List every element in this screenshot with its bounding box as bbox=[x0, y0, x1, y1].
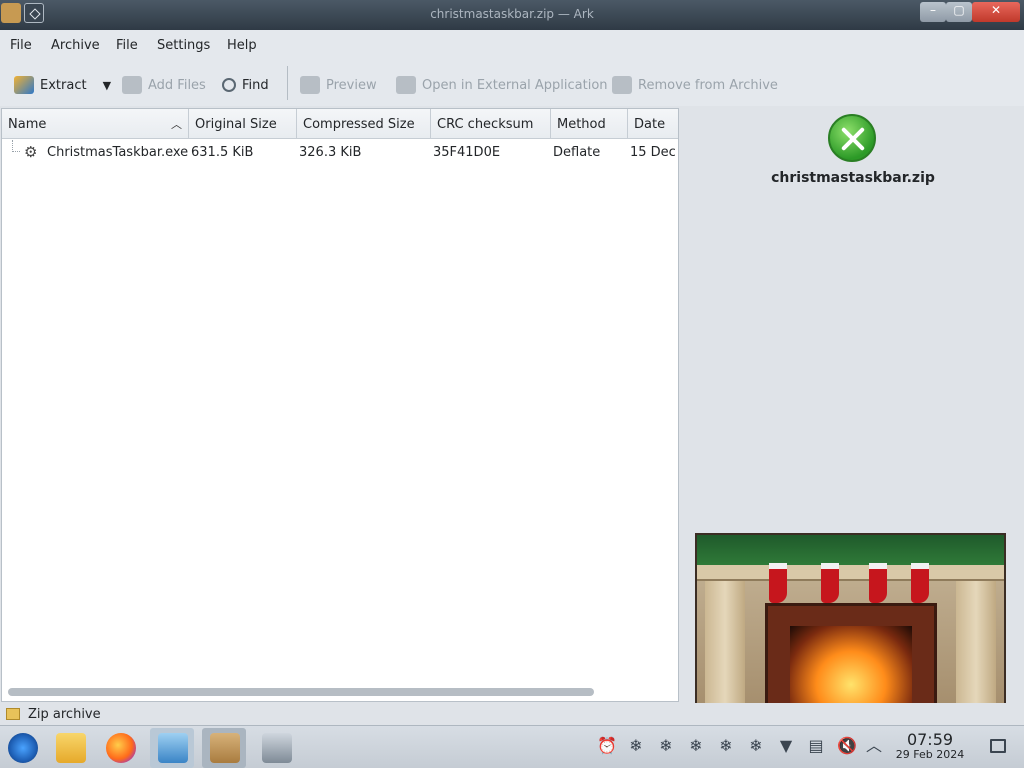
add-files-label: Add Files bbox=[148, 77, 206, 93]
add-files-icon bbox=[122, 76, 142, 94]
ark-taskbar-button[interactable] bbox=[202, 728, 246, 768]
right-pillar bbox=[956, 581, 996, 708]
fire bbox=[790, 626, 912, 704]
table-row[interactable]: ⚙ ChristmasTaskbar.exe 631.5 KiB 326.3 K… bbox=[2, 140, 678, 166]
crc-checksum: 35F41D0E bbox=[433, 145, 501, 160]
tree-branch bbox=[12, 140, 20, 152]
archive-tools-icon bbox=[828, 114, 876, 162]
add-files-button[interactable]: Add Files bbox=[122, 74, 206, 96]
ark-icon bbox=[210, 733, 240, 763]
snowflake-icon[interactable]: ❄ bbox=[687, 737, 705, 755]
menu-archive[interactable]: Archive bbox=[51, 38, 100, 53]
open-external-icon bbox=[396, 76, 416, 94]
snowflake-icon[interactable]: ❄ bbox=[747, 737, 765, 755]
menu-file[interactable]: File bbox=[10, 38, 32, 53]
stocking-icon bbox=[821, 563, 839, 603]
open-external-label: Open in External Application bbox=[422, 77, 608, 93]
table-header: Name ︿ Original Size Compressed Size CRC… bbox=[2, 109, 678, 139]
archive-file-list[interactable]: Name ︿ Original Size Compressed Size CRC… bbox=[1, 108, 679, 702]
stocking-icon bbox=[869, 563, 887, 603]
find-button[interactable]: Find bbox=[222, 74, 269, 96]
taskbar: ⏰ ❄ ❄ ❄ ❄ ❄ ▼ ▤ 🔇 ︿ 07:59 29 Feb 2024 bbox=[0, 725, 1024, 768]
chevron-down-icon[interactable]: ▼ bbox=[103, 79, 111, 92]
extract-icon bbox=[14, 76, 34, 94]
system-settings-button[interactable] bbox=[150, 728, 194, 768]
clock-time[interactable]: 07:59 bbox=[892, 730, 968, 749]
clipboard-icon[interactable]: ▤ bbox=[807, 737, 825, 755]
garland bbox=[697, 535, 1004, 565]
executable-icon: ⚙ bbox=[24, 143, 38, 161]
close-button[interactable]: ✕ bbox=[972, 2, 1020, 22]
status-text: Zip archive bbox=[28, 707, 101, 722]
clock-date[interactable]: 29 Feb 2024 bbox=[888, 748, 972, 761]
extract-label: Extract bbox=[40, 77, 87, 93]
fireplace-image bbox=[695, 533, 1006, 710]
show-desktop-icon[interactable] bbox=[990, 739, 1006, 753]
stocking-icon bbox=[769, 563, 787, 603]
notifications-icon[interactable]: ⏰ bbox=[597, 737, 617, 755]
open-external-button[interactable]: Open in External Application bbox=[396, 74, 608, 96]
chevron-up-icon[interactable]: ︿ bbox=[865, 737, 883, 755]
menu-settings[interactable]: Settings bbox=[157, 38, 210, 53]
firefox-icon bbox=[106, 733, 136, 763]
mantel bbox=[697, 565, 1004, 581]
tools-icon bbox=[262, 733, 292, 763]
menu-file-2[interactable]: File bbox=[116, 38, 138, 53]
remove-icon bbox=[612, 76, 632, 94]
snowflake-icon[interactable]: ❄ bbox=[627, 737, 645, 755]
vault-icon[interactable]: ▼ bbox=[777, 737, 795, 755]
menu-bar: File Archive File Settings Help bbox=[0, 30, 1024, 62]
search-icon bbox=[222, 78, 236, 92]
volume-muted-icon[interactable]: 🔇 bbox=[837, 737, 857, 755]
preview-icon bbox=[300, 76, 320, 94]
find-label: Find bbox=[242, 77, 269, 93]
system-settings-icon bbox=[158, 733, 188, 763]
menu-help[interactable]: Help bbox=[227, 38, 257, 53]
start-menu-button[interactable] bbox=[0, 728, 44, 768]
remove-from-archive-button[interactable]: Remove from Archive bbox=[612, 74, 778, 96]
original-size: 631.5 KiB bbox=[191, 145, 254, 160]
archive-filename: christmastaskbar.zip bbox=[771, 170, 935, 186]
toolbar: Extract ▼ Add Files Find Preview Open in… bbox=[0, 62, 1024, 106]
column-crc[interactable]: CRC checksum bbox=[431, 109, 551, 139]
column-original-size[interactable]: Original Size bbox=[189, 109, 297, 139]
start-menu-icon bbox=[8, 733, 38, 763]
column-name[interactable]: Name ︿ bbox=[2, 109, 189, 139]
stocking-icon bbox=[911, 563, 929, 603]
title-bar: christmastaskbar.zip — Ark – ▢ ✕ bbox=[0, 0, 1024, 30]
left-pillar bbox=[705, 581, 745, 708]
sort-ascending-icon: ︿ bbox=[171, 118, 182, 131]
compression-method: Deflate bbox=[553, 145, 601, 160]
firebox bbox=[765, 603, 937, 708]
compressed-size: 326.3 KiB bbox=[299, 145, 362, 160]
extract-button[interactable]: Extract ▼ bbox=[14, 74, 111, 96]
folder-icon bbox=[6, 708, 20, 720]
file-manager-button[interactable] bbox=[48, 728, 92, 768]
minimize-button[interactable]: – bbox=[920, 2, 946, 22]
modified-date: 15 Dec 2 bbox=[630, 145, 678, 160]
remove-label: Remove from Archive bbox=[638, 77, 778, 93]
file-manager-icon bbox=[56, 733, 86, 763]
horizontal-scrollbar[interactable] bbox=[8, 688, 594, 696]
firefox-button[interactable] bbox=[98, 728, 142, 768]
snowflake-icon[interactable]: ❄ bbox=[717, 737, 735, 755]
preview-button[interactable]: Preview bbox=[300, 74, 377, 96]
column-compressed-size[interactable]: Compressed Size bbox=[297, 109, 431, 139]
file-name: ChristmasTaskbar.exe bbox=[47, 145, 189, 160]
maximize-button[interactable]: ▢ bbox=[946, 2, 972, 22]
column-method[interactable]: Method bbox=[551, 109, 628, 139]
toolbar-separator bbox=[287, 66, 288, 100]
snowflake-icon[interactable]: ❄ bbox=[657, 737, 675, 755]
preview-label: Preview bbox=[326, 77, 377, 93]
column-date[interactable]: Date bbox=[628, 109, 678, 139]
window-title: christmastaskbar.zip — Ark bbox=[430, 7, 594, 21]
status-bar: Zip archive bbox=[0, 703, 1024, 725]
tools-taskbar-button[interactable] bbox=[254, 728, 298, 768]
